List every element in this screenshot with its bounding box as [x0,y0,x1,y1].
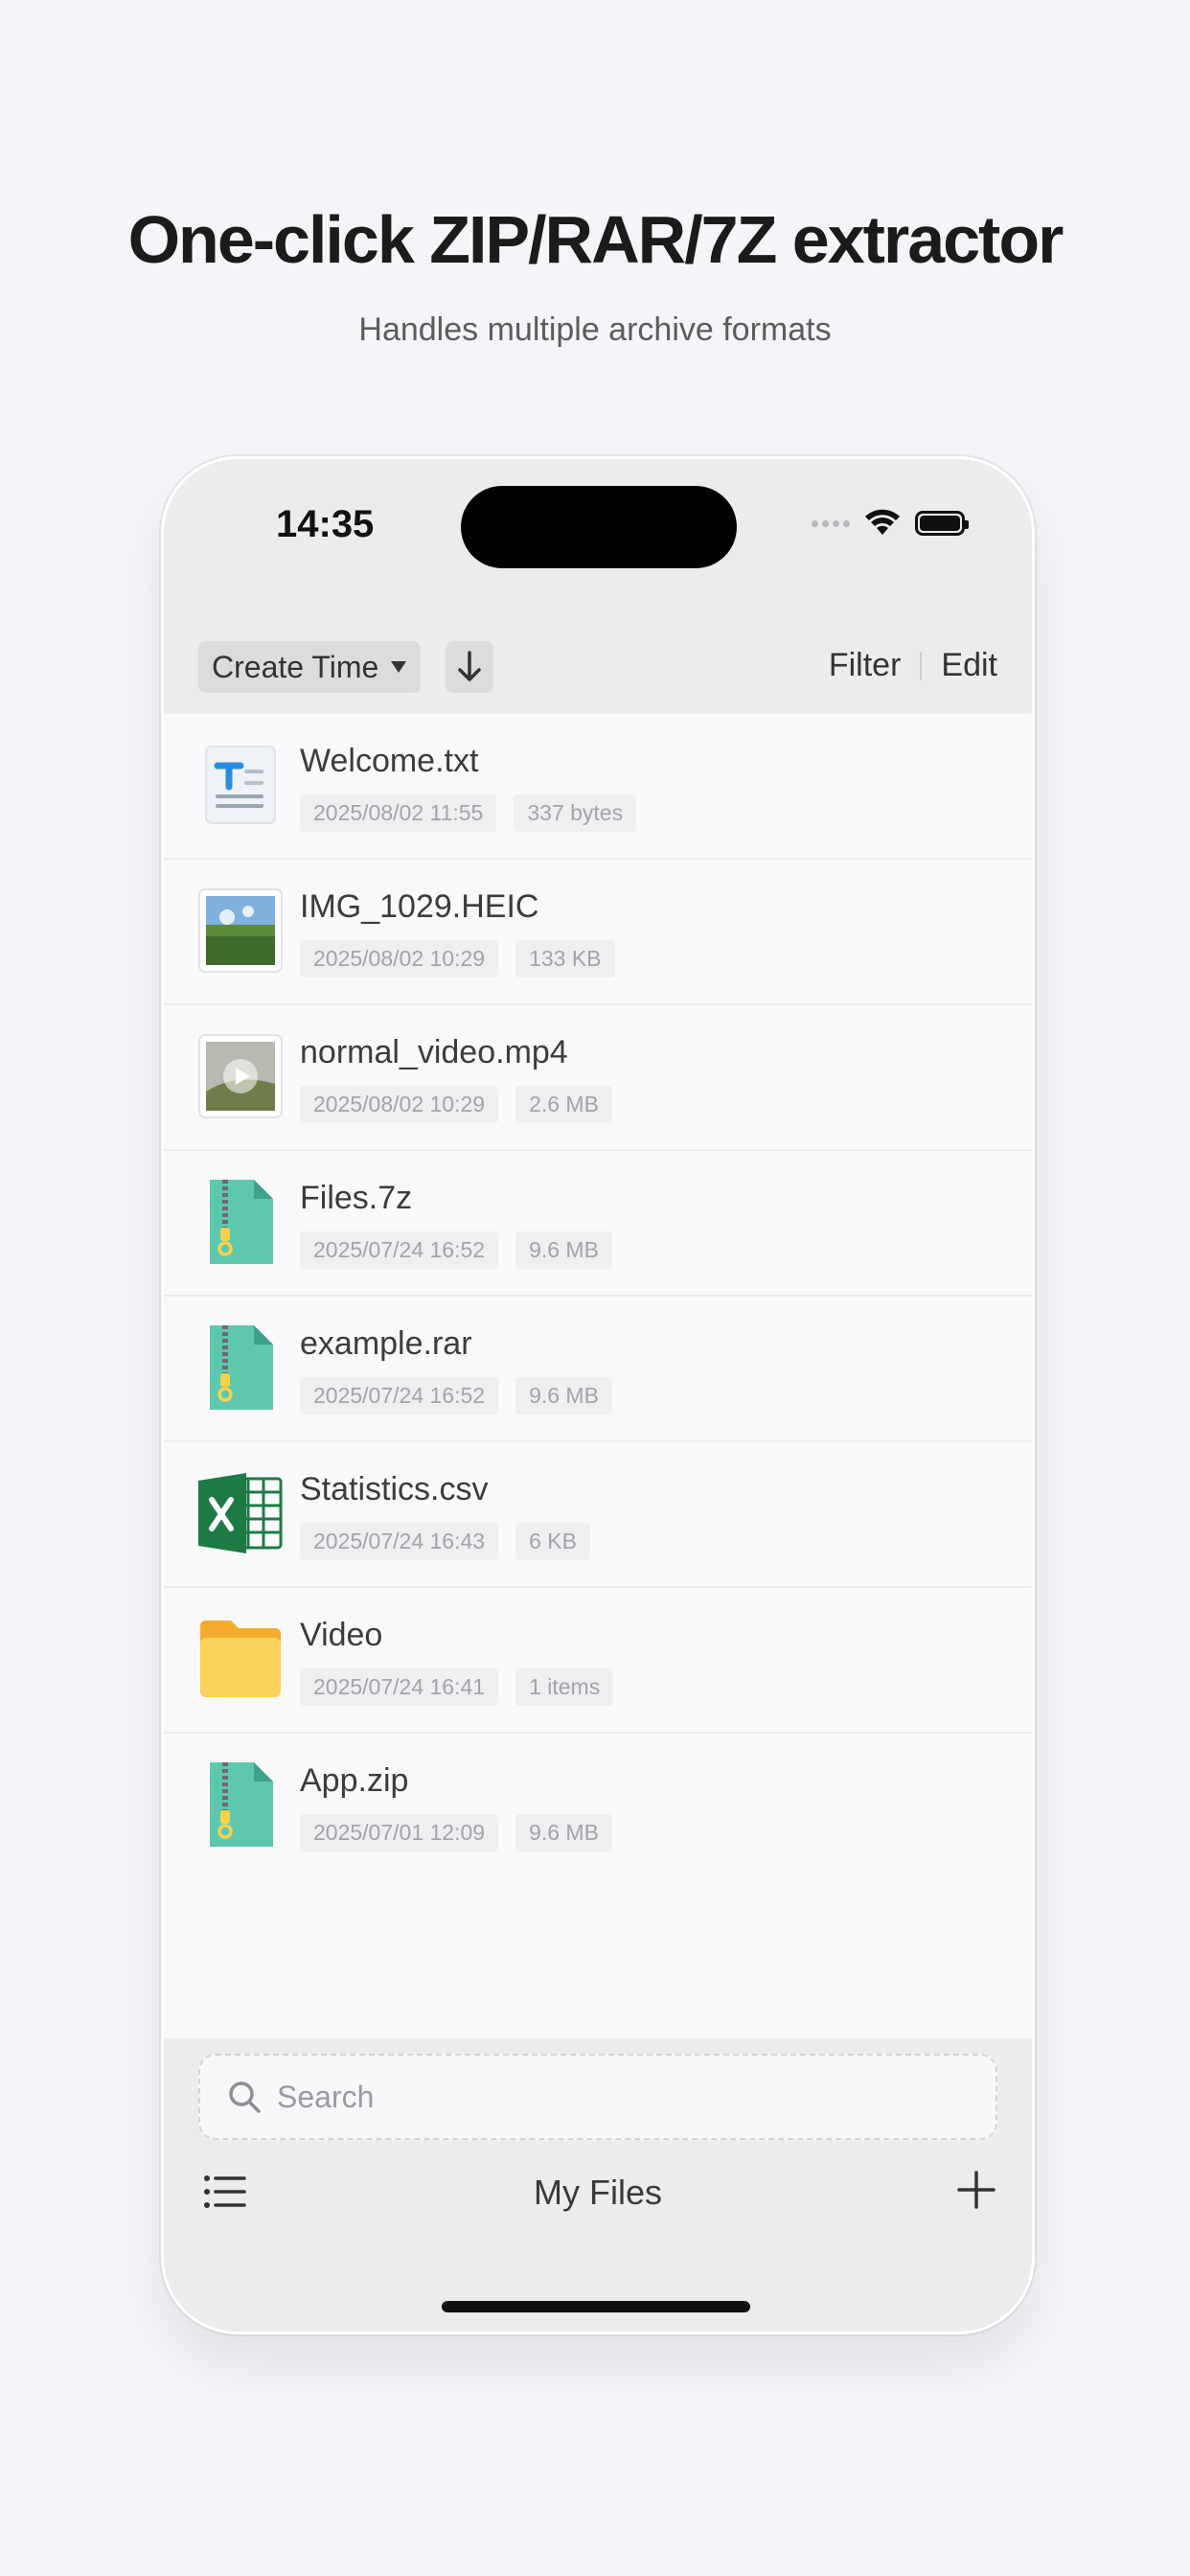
file-size: 337 bytes [514,794,637,832]
file-row[interactable]: normal_video.mp4 2025/08/02 10:29 2.6 MB [164,1005,1032,1151]
image-thumbnail-icon [198,888,283,973]
file-size: 2.6 MB [515,1086,612,1123]
file-size: 6 KB [515,1523,590,1560]
file-row[interactable]: example.rar 2025/07/24 16:52 9.6 MB [164,1297,1032,1442]
file-name: IMG_1029.HEIC [300,888,539,925]
filter-button[interactable]: Filter [829,647,902,684]
file-size: 133 KB [515,940,615,978]
file-row[interactable]: App.zip 2025/07/01 12:09 9.6 MB [164,1734,1032,1879]
file-row[interactable]: Files.7z 2025/07/24 16:52 9.6 MB [164,1151,1032,1297]
edit-button[interactable]: Edit [941,647,997,684]
bottom-title: My Files [534,2173,662,2212]
plus-icon[interactable] [955,2169,997,2211]
file-name: App.zip [300,1762,409,1799]
text-file-icon [198,743,283,827]
file-size: 1 items [515,1668,614,1706]
file-name: Welcome.txt [300,743,479,779]
home-indicator [442,2301,750,2312]
sort-direction-button[interactable] [446,641,493,693]
subline: Handles multiple archive formats [358,311,832,348]
status-time: 14:35 [276,503,375,545]
battery-icon [915,511,969,536]
search-input[interactable] [275,2078,950,2116]
file-name: example.rar [300,1325,472,1362]
file-date: 2025/07/24 16:52 [300,1377,499,1414]
tab-row: My Files [164,2161,1032,2228]
top-actions: Filter Edit [829,647,997,684]
file-name: Files.7z [300,1180,413,1216]
wifi-icon [865,509,900,535]
file-row[interactable]: Welcome.txt 2025/08/02 11:55 337 bytes [164,714,1032,860]
file-date: 2025/07/01 12:09 [300,1814,499,1852]
file-row[interactable]: IMG_1029.HEIC 2025/08/02 10:29 133 KB [164,860,1032,1005]
file-size: 9.6 MB [515,1814,612,1852]
file-name: Statistics.csv [300,1471,489,1507]
file-list: Welcome.txt 2025/08/02 11:55 337 bytes I… [164,714,1032,1879]
archive-icon [198,1325,283,1410]
phone-frame: 14:35 Create Time Filter Edit Welcome.tx… [161,456,1035,2334]
bottom-bar: My Files [164,2038,1032,2332]
file-size: 9.6 MB [515,1231,612,1269]
archive-icon [198,1180,283,1264]
file-date: 2025/08/02 10:29 [300,940,499,978]
file-date: 2025/08/02 10:29 [300,1086,499,1123]
file-row[interactable]: Statistics.csv 2025/07/24 16:43 6 KB [164,1442,1032,1588]
top-bar: 14:35 Create Time Filter Edit [164,459,1032,714]
file-name: normal_video.mp4 [300,1034,568,1070]
arrow-down-icon [458,651,481,681]
excel-icon [198,1471,283,1555]
divider [920,651,923,680]
headline: One-click ZIP/RAR/7Z extractor [127,202,1064,277]
file-date: 2025/07/24 16:41 [300,1668,499,1706]
file-name: Video [300,1617,383,1653]
file-row[interactable]: Video 2025/07/24 16:41 1 items [164,1588,1032,1734]
search-icon [229,2082,261,2113]
cellular-icon [812,519,850,527]
status-icons [812,509,969,538]
video-thumbnail-icon [198,1034,283,1118]
file-meta: 2025/07/24 16:41 1 items [300,1668,614,1706]
file-meta: 2025/07/24 16:52 9.6 MB [300,1231,612,1269]
dynamic-island [461,486,737,568]
file-date: 2025/08/02 11:55 [300,794,497,832]
caret-down-icon [391,661,407,673]
folder-icon [198,1617,283,1701]
file-date: 2025/07/24 16:43 [300,1523,499,1560]
file-date: 2025/07/24 16:52 [300,1231,499,1269]
file-meta: 2025/07/01 12:09 9.6 MB [300,1814,612,1852]
file-size: 9.6 MB [515,1377,612,1414]
file-meta: 2025/08/02 10:29 2.6 MB [300,1086,612,1123]
search-box[interactable] [198,2054,997,2140]
archive-icon [198,1762,283,1847]
sort-dropdown[interactable]: Create Time [198,641,422,693]
file-meta: 2025/08/02 11:55 337 bytes [300,794,637,832]
file-meta: 2025/07/24 16:52 9.6 MB [300,1377,612,1414]
file-meta: 2025/07/24 16:43 6 KB [300,1523,590,1560]
sort-label: Create Time [212,649,379,684]
file-meta: 2025/08/02 10:29 133 KB [300,940,615,978]
